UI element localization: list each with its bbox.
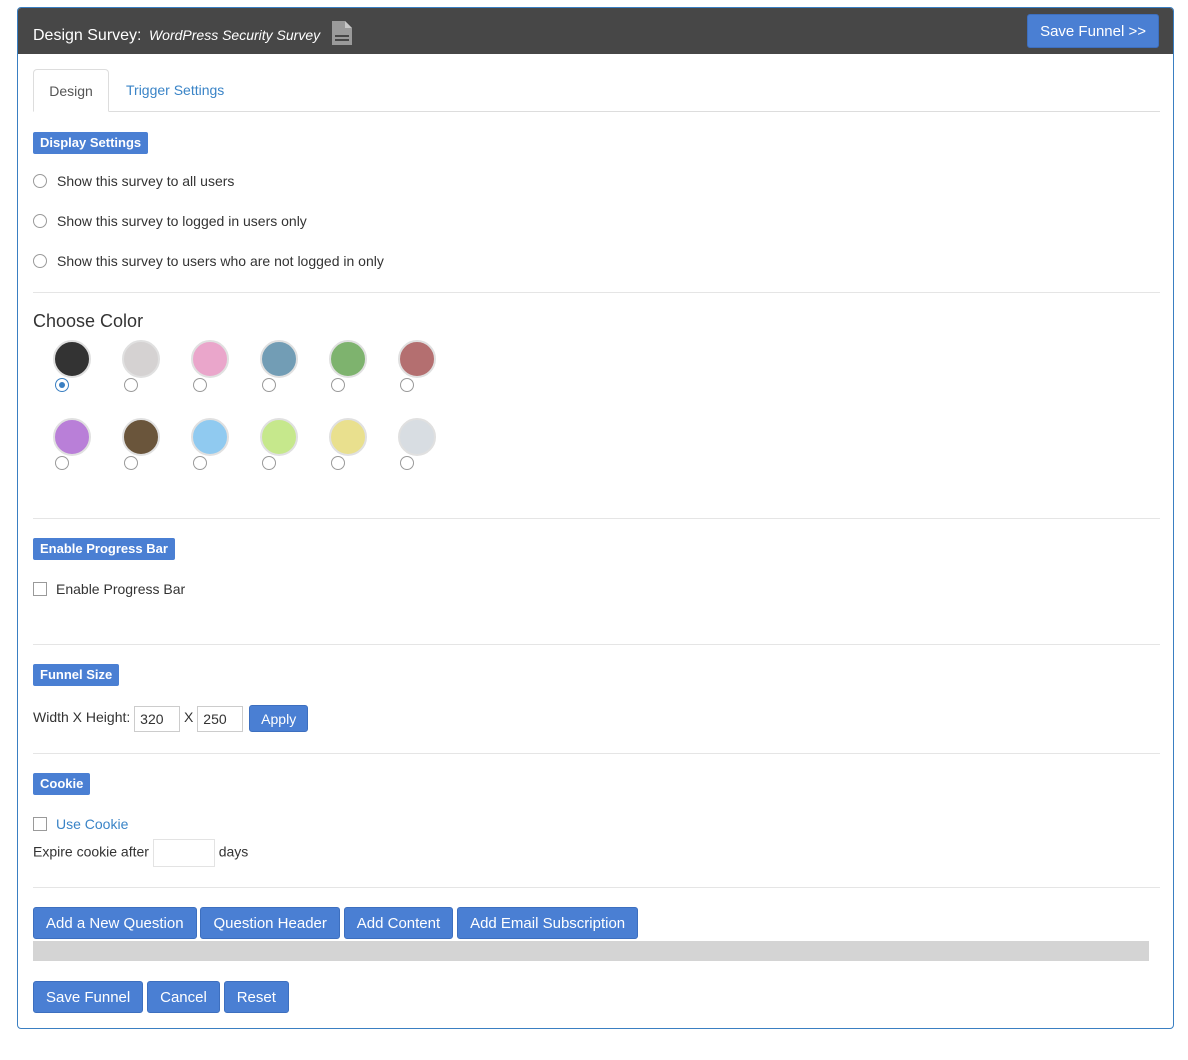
expire-label: Expire cookie after (33, 843, 149, 860)
option-label: Show this survey to logged in users only (57, 213, 307, 229)
display-settings-badge: Display Settings (33, 132, 149, 154)
save-funnel-button[interactable]: Save Funnel (33, 981, 144, 1013)
divider (33, 753, 1160, 754)
enable-progress-bar-row[interactable]: Enable Progress Bar (33, 581, 185, 597)
title-label: Design Survey: (33, 27, 142, 44)
page-title: Design Survey: WordPress Security Survey (33, 20, 355, 51)
size-label: Width X Height: (33, 709, 131, 726)
tab-trigger-settings[interactable]: Trigger Settings (126, 69, 224, 111)
color-swatch[interactable] (191, 340, 229, 378)
radio-logged-in[interactable] (33, 214, 47, 228)
use-cookie-label[interactable]: Use Cookie (56, 816, 128, 832)
survey-name: WordPress Security Survey (148, 27, 321, 43)
reset-button[interactable]: Reset (223, 981, 289, 1013)
funnel-size-row: Width X Height: 320 X 250 Apply (33, 705, 309, 732)
color-swatch[interactable] (122, 418, 160, 456)
color-swatch[interactable] (191, 418, 229, 456)
color-swatch[interactable] (329, 418, 367, 456)
save-funnel-header-button[interactable]: Save Funnel >> (1027, 14, 1159, 48)
questions-area (33, 941, 1149, 961)
color-swatch-option[interactable] (260, 418, 300, 478)
color-swatch-option[interactable] (191, 340, 231, 400)
question-actions: Add a New Question Question Header Add C… (33, 907, 639, 939)
color-swatch-option[interactable] (260, 340, 300, 400)
color-radio[interactable] (55, 456, 69, 470)
display-option-all-users[interactable]: Show this survey to all users (33, 171, 234, 191)
divider (33, 887, 1160, 888)
color-radio[interactable] (55, 378, 69, 392)
days-label: days (218, 843, 249, 860)
cookie-badge: Cookie (33, 773, 91, 795)
color-swatch-option[interactable] (53, 340, 93, 400)
panel-header: Design Survey: WordPress Security Survey… (18, 8, 1173, 54)
document-icon (329, 20, 355, 51)
color-radio[interactable] (193, 378, 207, 392)
color-swatch-option[interactable] (122, 340, 162, 400)
color-swatch[interactable] (260, 340, 298, 378)
color-radio[interactable] (193, 456, 207, 470)
display-option-not-logged-in[interactable]: Show this survey to users who are not lo… (33, 251, 384, 271)
width-input[interactable]: 320 (134, 705, 181, 732)
option-label: Show this survey to all users (57, 173, 235, 189)
cancel-button[interactable]: Cancel (147, 981, 220, 1013)
funnel-size-badge: Funnel Size (33, 664, 120, 686)
tab-design[interactable]: Design (33, 69, 109, 112)
question-header-button[interactable]: Question Header (200, 907, 340, 939)
color-radio[interactable] (262, 456, 276, 470)
choose-color-heading: Choose Color (33, 311, 144, 331)
survey-panel: Design Survey: WordPress Security Survey… (17, 7, 1174, 1029)
color-swatch-option[interactable] (122, 418, 162, 478)
color-swatch-option[interactable] (398, 340, 438, 400)
color-radio[interactable] (400, 378, 414, 392)
color-swatch-option[interactable] (53, 418, 93, 478)
color-swatch[interactable] (329, 340, 367, 378)
use-cookie-checkbox[interactable] (33, 817, 47, 831)
tab-bar: Design Trigger Settings (33, 69, 1160, 112)
color-swatch-option[interactable] (329, 340, 369, 400)
radio-not-logged-in[interactable] (33, 254, 47, 268)
color-radio[interactable] (400, 456, 414, 470)
enable-progress-bar-checkbox[interactable] (33, 582, 47, 596)
footer-actions: Save Funnel Cancel Reset (33, 981, 289, 1013)
radio-all-users[interactable] (33, 174, 47, 188)
color-swatch[interactable] (398, 418, 436, 456)
color-swatch[interactable] (398, 340, 436, 378)
option-label: Show this survey to users who are not lo… (57, 253, 384, 269)
display-option-logged-in[interactable]: Show this survey to logged in users only (33, 211, 307, 231)
height-input[interactable]: 250 (197, 705, 244, 732)
color-swatch-option[interactable] (191, 418, 231, 478)
color-radio[interactable] (124, 378, 138, 392)
expire-days-input[interactable] (152, 839, 215, 867)
divider (33, 518, 1160, 519)
color-swatch[interactable] (260, 418, 298, 456)
use-cookie-row[interactable]: Use Cookie (33, 816, 128, 832)
color-swatch-option[interactable] (398, 418, 438, 478)
color-swatch[interactable] (53, 340, 91, 378)
add-email-subscription-button[interactable]: Add Email Subscription (457, 907, 639, 939)
add-content-button[interactable]: Add Content (343, 907, 454, 939)
color-swatch[interactable] (53, 418, 91, 456)
color-radio[interactable] (331, 378, 345, 392)
divider (33, 644, 1160, 645)
expire-cookie-row: Expire cookie after days (33, 839, 248, 867)
color-radio[interactable] (331, 456, 345, 470)
color-swatch[interactable] (122, 340, 160, 378)
checkbox-label: Enable Progress Bar (56, 581, 186, 597)
color-radio[interactable] (262, 378, 276, 392)
size-separator: X (184, 709, 194, 726)
divider (33, 292, 1160, 293)
add-question-button[interactable]: Add a New Question (33, 907, 197, 939)
apply-button[interactable]: Apply (249, 705, 309, 732)
color-radio[interactable] (124, 456, 138, 470)
color-swatch-option[interactable] (329, 418, 369, 478)
progress-bar-badge: Enable Progress Bar (33, 538, 175, 560)
